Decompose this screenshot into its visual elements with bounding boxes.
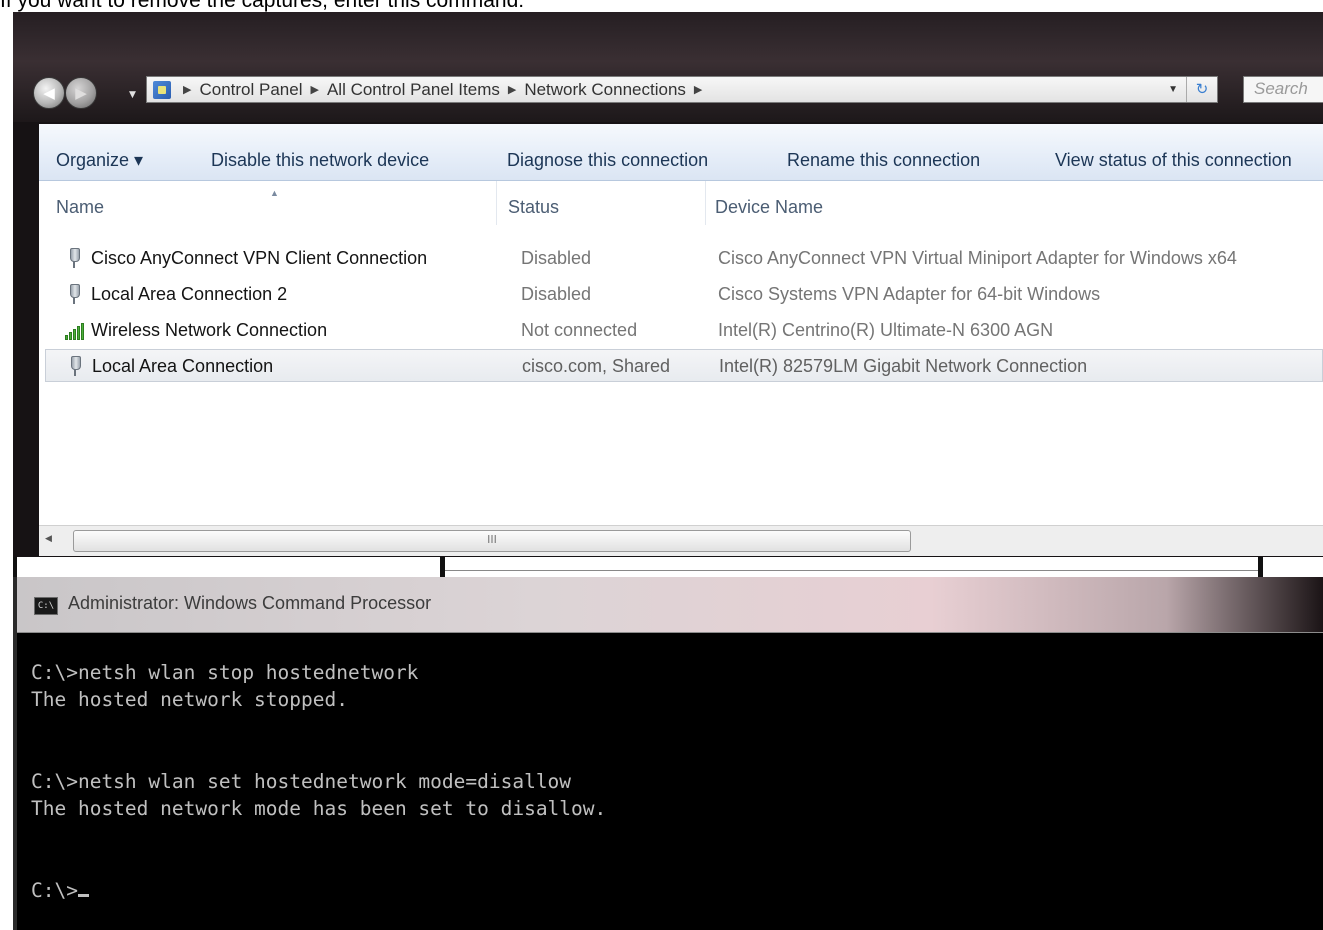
connections-list: ▲ Name Status Device Name Cisco AnyConne… <box>39 181 1323 526</box>
connection-status: Not connected <box>521 320 638 340</box>
instruction-caption: If you want to remove the captures, ente… <box>0 0 525 12</box>
column-header-status[interactable]: Status <box>508 197 559 218</box>
connection-device: Intel(R) Centrino(R) Ultimate-N 6300 AGN <box>718 320 1054 340</box>
forward-button[interactable]: ▶ <box>65 77 97 109</box>
horizontal-scrollbar[interactable]: ◀ III <box>39 525 1323 556</box>
column-header-name[interactable]: Name <box>56 197 104 218</box>
console-line: The hosted network stopped. <box>31 688 348 712</box>
window-gap <box>440 557 1263 577</box>
organize-button[interactable]: Organize ▾ <box>56 150 143 171</box>
search-input[interactable]: Search <box>1243 76 1323 103</box>
connection-device: Cisco Systems VPN Adapter for 64-bit Win… <box>718 284 1101 304</box>
wired-connection-icon <box>67 283 81 305</box>
explorer-window: ◀ ▶ ▼ ▶ Control Panel ▶ All Control Pane… <box>13 12 1323 557</box>
breadcrumb-network-connections[interactable]: Network Connections <box>524 80 686 100</box>
console-icon: C:\ <box>34 597 58 615</box>
command-prompt-window: C:\ Administrator: Windows Command Proce… <box>13 577 1323 930</box>
connection-name: Wireless Network Connection <box>91 320 328 340</box>
breadcrumb-control-panel[interactable]: Control Panel <box>199 80 302 100</box>
disable-device-button[interactable]: Disable this network device <box>211 150 429 171</box>
console-output[interactable]: C:\>netsh wlan stop hostednetwork The hos… <box>31 659 606 904</box>
console-line: C:\>netsh wlan stop hostednetwork <box>31 661 419 684</box>
breadcrumb-separator-icon[interactable]: ▶ <box>310 83 318 96</box>
command-prompt-title-bar[interactable]: C:\ Administrator: Windows Command Proce… <box>17 577 1323 633</box>
wireless-signal-icon <box>65 319 85 341</box>
wired-connection-icon <box>68 355 82 377</box>
connection-name: Local Area Connection <box>92 356 274 376</box>
breadcrumb-all-control-panel-items[interactable]: All Control Panel Items <box>327 80 500 100</box>
scroll-left-arrow-icon[interactable]: ◀ <box>45 534 52 544</box>
rename-connection-button[interactable]: Rename this connection <box>787 150 980 171</box>
connection-row-selected[interactable]: Local Area Connection cisco.com, Shared … <box>45 349 1323 382</box>
connection-device: Intel(R) 82579LM Gigabit Network Connect… <box>719 356 1088 376</box>
connection-row[interactable]: Local Area Connection 2 Disabled Cisco S… <box>45 278 1323 311</box>
connection-device: Cisco AnyConnect VPN Virtual Miniport Ad… <box>718 248 1237 268</box>
column-header-device-name[interactable]: Device Name <box>715 197 823 218</box>
connection-row[interactable]: Cisco AnyConnect VPN Client Connection D… <box>45 242 1323 275</box>
connection-row[interactable]: Wireless Network Connection Not connecte… <box>45 314 1323 347</box>
breadcrumb-separator-icon[interactable]: ▶ <box>183 83 191 96</box>
connection-status: Disabled <box>521 284 592 304</box>
address-dropdown-icon[interactable]: ▼ <box>1168 84 1178 95</box>
console-line: C:\>netsh wlan set hostednetwork mode=di… <box>31 769 572 793</box>
scroll-grip: III <box>487 533 497 546</box>
connection-name: Cisco AnyConnect VPN Client Connection <box>91 248 428 268</box>
command-prompt-title: Administrator: Windows Command Processor <box>68 593 432 613</box>
control-panel-icon <box>153 80 171 99</box>
connection-status: cisco.com, Shared <box>522 356 671 376</box>
address-bar[interactable]: ▶ Control Panel ▶ All Control Panel Item… <box>146 76 1218 103</box>
refresh-icon[interactable]: ↻ <box>1186 77 1217 102</box>
view-status-button[interactable]: View status of this connection <box>1055 150 1292 171</box>
wired-connection-icon <box>67 247 81 269</box>
window-edge <box>13 557 17 577</box>
command-bar: Organize ▾ Disable this network device D… <box>39 124 1323 181</box>
back-button[interactable]: ◀ <box>33 77 65 109</box>
console-line: The hosted network mode has been set to … <box>31 797 607 821</box>
sort-indicator-icon: ▲ <box>270 188 279 198</box>
breadcrumb-separator-icon[interactable]: ▶ <box>694 83 702 96</box>
connection-status: Disabled <box>521 248 592 268</box>
text-cursor <box>77 893 89 897</box>
explorer-title-area <box>13 12 1323 122</box>
breadcrumb-separator-icon[interactable]: ▶ <box>508 83 516 96</box>
recent-pages-dropdown-icon[interactable]: ▼ <box>129 90 136 100</box>
console-prompt: C:\> <box>31 878 78 902</box>
scrollbar-thumb[interactable]: III <box>73 530 911 552</box>
connection-name: Local Area Connection 2 <box>91 284 288 304</box>
diagnose-connection-button[interactable]: Diagnose this connection <box>507 150 708 171</box>
console-prompt-line[interactable]: C:\> <box>31 877 606 904</box>
